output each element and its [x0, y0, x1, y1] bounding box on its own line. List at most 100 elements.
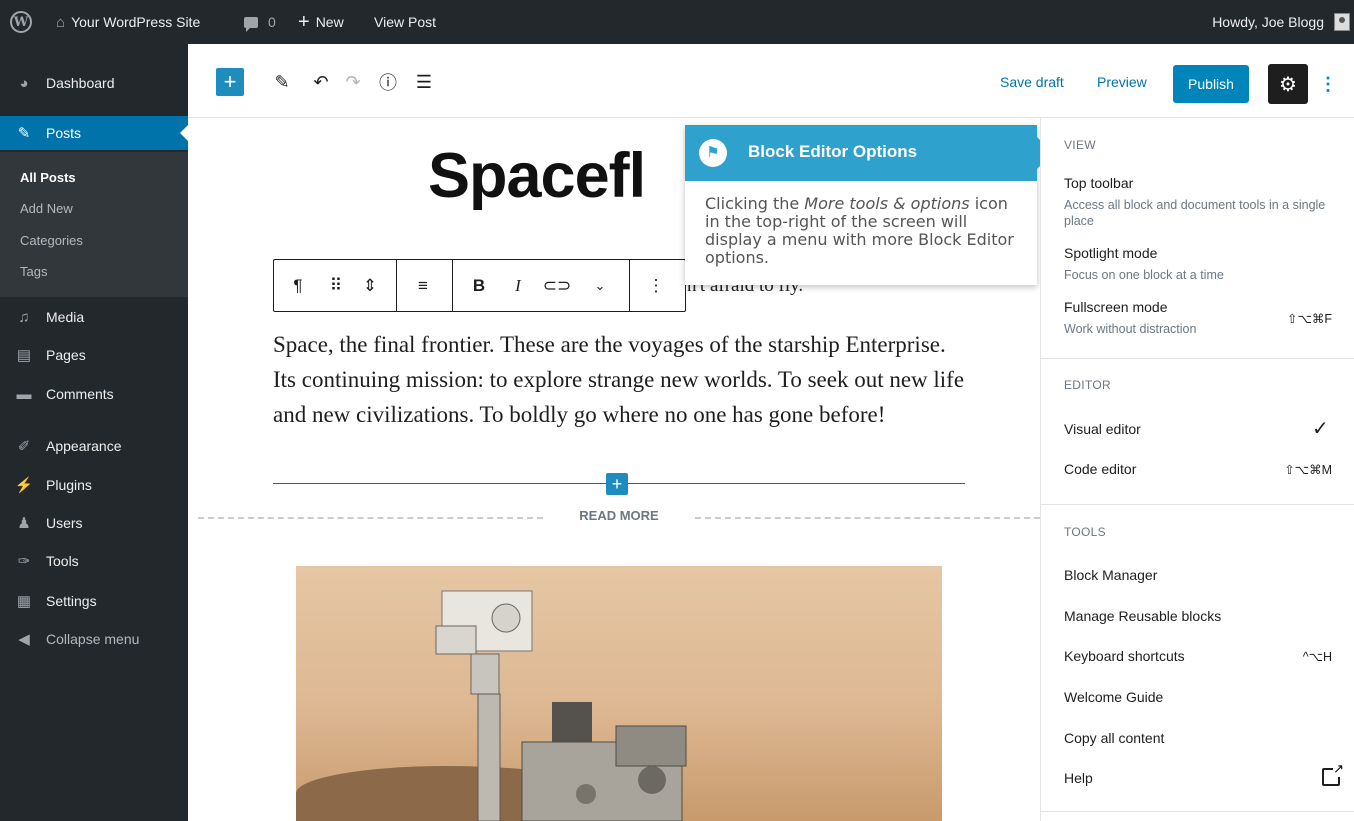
sidebar-item-media[interactable]: ♫ Media: [0, 300, 188, 334]
editor-header: + ✎ ↶ ↷ ⓘ ☰ Save draft Preview Publish ⚙…: [188, 44, 1354, 118]
sidebar-item-comments[interactable]: ▬ Comments: [0, 377, 188, 411]
block-options-button[interactable]: ⋮: [642, 260, 670, 311]
pencil-icon: ✎: [274, 71, 290, 92]
new-content-link[interactable]: + New: [298, 0, 344, 44]
sidebar-item-appearance[interactable]: ✐ Appearance: [0, 429, 188, 463]
add-block-button[interactable]: +: [216, 68, 244, 96]
option-keyboard-shortcuts[interactable]: Keyboard shortcuts: [1064, 648, 1185, 664]
post-title[interactable]: Spacefl: [428, 140, 646, 212]
more-rich-text-button[interactable]: ⌄: [586, 260, 614, 311]
sidebar-item-pages[interactable]: ▤ Pages: [0, 338, 188, 372]
sidebar-item-tools[interactable]: ✑ Tools: [0, 544, 188, 578]
link-icon: ⊂⊃: [542, 275, 572, 295]
option-welcome-guide[interactable]: Welcome Guide: [1064, 689, 1163, 705]
more-tools-options-button[interactable]: ⋮: [1318, 66, 1338, 102]
block-toolbar: ¶ ⠿ ⇕ ≡ B I ⊂⊃ ⌄ ⋮: [273, 259, 686, 312]
drag-handle[interactable]: ⠿: [322, 260, 350, 311]
preview-button[interactable]: Preview: [1097, 74, 1147, 90]
collapse-icon: ◀: [18, 631, 30, 648]
option-block-manager[interactable]: Block Manager: [1064, 567, 1157, 583]
option-code-editor[interactable]: Code editor: [1064, 461, 1136, 477]
gear-icon: ⚙: [1279, 73, 1297, 96]
sidebar-item-plugins[interactable]: ⚡ Plugins: [0, 468, 188, 502]
sidebar-item-label: Dashboard: [46, 75, 115, 91]
tooltip-header: ⚑ Block Editor Options: [685, 125, 1053, 181]
sidebar-item-settings[interactable]: ▦ Settings: [0, 584, 188, 618]
view-post-link[interactable]: View Post: [374, 0, 436, 44]
checkmark-icon: ✓: [1312, 418, 1329, 440]
pages-icon: ▤: [16, 347, 32, 364]
section-divider: [1041, 504, 1354, 505]
content-info-button[interactable]: ⓘ: [374, 66, 402, 98]
sidebar-item-label: Pages: [46, 347, 86, 363]
submenu-tags[interactable]: Tags: [20, 264, 47, 279]
sidebar-item-posts[interactable]: ✎ Posts: [0, 116, 188, 150]
undo-button[interactable]: ↶: [307, 66, 335, 98]
save-draft-button[interactable]: Save draft: [1000, 74, 1064, 90]
sidebar-item-label: Settings: [46, 593, 97, 609]
pilcrow-icon: ¶: [293, 275, 303, 295]
wp-logo-menu[interactable]: W: [10, 0, 32, 44]
toolbar-divider: [629, 260, 630, 311]
settings-icon: ▦: [16, 593, 32, 610]
option-fullscreen-mode[interactable]: Fullscreen mode: [1064, 299, 1168, 315]
option-spotlight-mode[interactable]: Spotlight mode: [1064, 245, 1157, 261]
option-help[interactable]: Help: [1064, 770, 1093, 786]
more-tools-options-menu: VIEW Top toolbar Access all block and do…: [1040, 118, 1354, 821]
sidebar-item-label: Appearance: [46, 438, 122, 454]
home-icon: ⌂: [56, 13, 66, 31]
submenu-add-new[interactable]: Add New: [20, 201, 73, 216]
site-name-link[interactable]: ⌂ Your WordPress Site: [56, 0, 200, 44]
wordpress-logo-icon: W: [10, 11, 32, 33]
submenu-all-posts[interactable]: All Posts: [20, 170, 76, 185]
tooltip-body: Clicking the More tools & options icon i…: [705, 195, 1023, 267]
view-post-label: View Post: [374, 14, 436, 30]
site-name: Your WordPress Site: [71, 14, 201, 30]
italic-button[interactable]: I: [504, 260, 532, 311]
sidebar-item-dashboard[interactable]: ◕ Dashboard: [0, 66, 188, 100]
sidebar-item-label: Posts: [46, 125, 82, 141]
comments-link[interactable]: 0: [244, 0, 276, 44]
sidebar-item-label: Tools: [46, 553, 79, 569]
settings-toggle-button[interactable]: ⚙: [1268, 64, 1308, 104]
option-spotlight-mode-desc: Focus on one block at a time: [1064, 268, 1224, 282]
align-left-icon: ≡: [418, 275, 428, 295]
bold-button[interactable]: B: [464, 260, 494, 311]
move-block-button[interactable]: ⇕: [356, 260, 384, 311]
section-divider: [1041, 358, 1354, 359]
link-button[interactable]: ⊂⊃: [542, 260, 572, 311]
align-button[interactable]: ≡: [406, 260, 440, 311]
sidebar-item-label: Collapse menu: [46, 631, 140, 647]
paragraph-block-button[interactable]: ¶: [282, 260, 314, 311]
block-navigation-button[interactable]: ☰: [410, 66, 438, 98]
submenu-categories[interactable]: Categories: [20, 233, 83, 248]
sidebar-item-label: Comments: [46, 386, 114, 402]
option-top-toolbar[interactable]: Top toolbar: [1064, 175, 1133, 191]
chevron-up-down-icon: ⇕: [362, 275, 378, 295]
undo-icon: ↶: [313, 71, 329, 92]
option-manage-reusable-blocks[interactable]: Manage Reusable blocks: [1064, 608, 1221, 624]
my-account-link[interactable]: Howdy, Joe Blogg: [1212, 0, 1350, 44]
more-divider-right: [695, 517, 1040, 519]
editor-section-heading: EDITOR: [1064, 378, 1111, 392]
publish-button[interactable]: Publish: [1173, 65, 1249, 103]
comment-bubble-icon: [244, 16, 258, 32]
edit-tools-button[interactable]: ✎: [268, 66, 296, 98]
rover-illustration: [435, 590, 687, 821]
option-copy-all-content[interactable]: Copy all content: [1064, 730, 1164, 746]
sidebar-item-users[interactable]: ♟ Users: [0, 506, 188, 540]
comment-count: 0: [268, 14, 276, 30]
inline-inserter-button[interactable]: +: [606, 473, 628, 495]
external-link-icon: [1322, 761, 1344, 786]
media-icon: ♫: [18, 308, 30, 326]
redo-button[interactable]: ↷: [339, 66, 367, 98]
vertical-ellipsis-icon: ⋮: [1319, 73, 1337, 94]
bold-icon: B: [472, 275, 486, 295]
option-visual-editor[interactable]: Visual editor: [1064, 421, 1141, 437]
paragraph-block[interactable]: Space, the final frontier. These are the…: [273, 327, 973, 432]
sidebar-item-label: Users: [46, 515, 83, 531]
rover-image[interactable]: [296, 566, 942, 821]
read-more-block[interactable]: READ MORE: [560, 508, 678, 523]
tooltip-title: Block Editor Options: [748, 142, 918, 161]
sidebar-item-collapse[interactable]: ◀ Collapse menu: [0, 622, 188, 656]
